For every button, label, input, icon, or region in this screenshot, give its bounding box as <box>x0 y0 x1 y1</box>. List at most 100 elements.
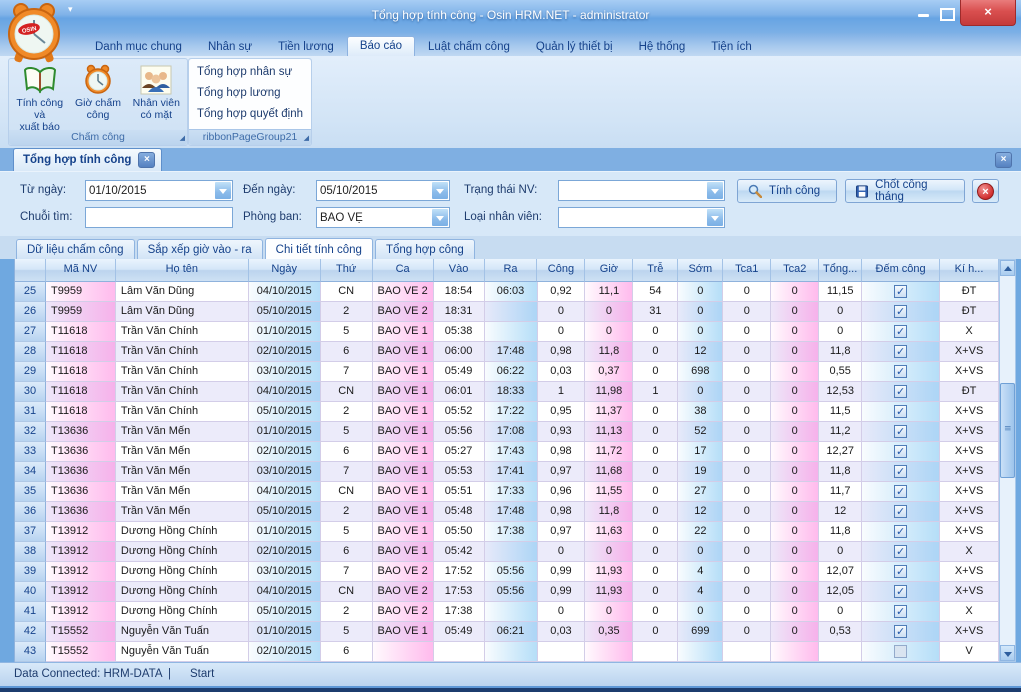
cell-dem[interactable] <box>862 642 940 662</box>
cell-ma[interactable]: T11618 <box>46 362 116 382</box>
cell-dem[interactable] <box>862 322 940 342</box>
cell-kih[interactable]: ĐT <box>940 382 999 402</box>
row-number[interactable]: 31 <box>15 402 46 422</box>
cell-gio[interactable]: 11,55 <box>585 482 633 502</box>
cell-tca2[interactable]: 0 <box>771 342 819 362</box>
cell-som[interactable]: 22 <box>678 522 723 542</box>
cell-thu[interactable]: CN <box>321 582 373 602</box>
cell-ngay[interactable]: 04/10/2015 <box>249 282 321 302</box>
chot-cong-thang-button[interactable]: Chốt công tháng <box>845 179 965 203</box>
cell-dem[interactable] <box>862 542 940 562</box>
cell-vao[interactable]: 05:49 <box>434 362 485 382</box>
cell-kih[interactable]: X <box>940 322 999 342</box>
cell-tong[interactable]: 0,55 <box>819 362 862 382</box>
cell-vao[interactable]: 05:52 <box>434 402 485 422</box>
cell-tong[interactable]: 0 <box>819 322 862 342</box>
cell-dem[interactable] <box>862 442 940 462</box>
cell-tca2[interactable] <box>771 642 819 662</box>
cell-ma[interactable]: T11618 <box>46 342 116 362</box>
table-row[interactable]: 39T13912Dương Hồng Chính03/10/20157BAO V… <box>15 562 999 582</box>
cell-tong[interactable] <box>819 642 862 662</box>
minimize-button[interactable] <box>918 14 929 17</box>
cell-ca[interactable]: BAO VE 1 <box>373 442 434 462</box>
dialog-launcher-icon[interactable]: ◢ <box>304 133 309 143</box>
cell-ngay[interactable]: 02/10/2015 <box>249 442 321 462</box>
cell-ngay[interactable]: 04/10/2015 <box>249 582 321 602</box>
cell-tca2[interactable]: 0 <box>771 562 819 582</box>
cell-dem[interactable] <box>862 482 940 502</box>
cell-ra[interactable] <box>485 602 538 622</box>
cell-kih[interactable]: X+VS <box>940 522 999 542</box>
cell-tca1[interactable] <box>723 642 771 662</box>
cell-tre[interactable]: 0 <box>633 462 678 482</box>
cell-dem[interactable] <box>862 622 940 642</box>
grid-column-header[interactable]: Tca1 <box>723 259 771 282</box>
grid-column-header[interactable]: Sớm <box>678 259 723 282</box>
cell-cong[interactable]: 1 <box>538 382 586 402</box>
cell-kih[interactable]: X+VS <box>940 502 999 522</box>
cell-tong[interactable]: 12,05 <box>819 582 862 602</box>
ribbon-tab[interactable]: Báo cáo <box>347 36 415 56</box>
cell-vao[interactable]: 06:01 <box>434 382 485 402</box>
attendance-checkbox[interactable] <box>894 645 907 658</box>
cell-ra[interactable]: 17:33 <box>485 482 538 502</box>
cell-tca1[interactable]: 0 <box>723 422 771 442</box>
attendance-checkbox[interactable] <box>894 485 907 498</box>
cell-ten[interactable]: Trần Văn Mến <box>116 502 249 522</box>
cell-ma[interactable]: T13912 <box>46 582 116 602</box>
cell-tca1[interactable]: 0 <box>723 582 771 602</box>
cell-gio[interactable]: 0,37 <box>585 362 633 382</box>
cell-tre[interactable]: 0 <box>633 522 678 542</box>
cell-ten[interactable]: Trần Văn Mến <box>116 422 249 442</box>
cell-ma[interactable]: T11618 <box>46 402 116 422</box>
cell-som[interactable]: 4 <box>678 582 723 602</box>
attendance-checkbox[interactable] <box>894 565 907 578</box>
cell-ra[interactable]: 17:41 <box>485 462 538 482</box>
cell-tong[interactable]: 12,07 <box>819 562 862 582</box>
chevron-down-icon[interactable] <box>215 182 231 199</box>
menu-item[interactable]: Tổng hợp quyết định <box>189 103 311 124</box>
cell-dem[interactable] <box>862 382 940 402</box>
cell-cong[interactable] <box>538 642 586 662</box>
subtab[interactable]: Chi tiết tính công <box>265 238 373 259</box>
chuoi-tim-input[interactable] <box>89 209 229 226</box>
cell-tong[interactable]: 11,5 <box>819 402 862 422</box>
cell-tre[interactable]: 0 <box>633 542 678 562</box>
cell-thu[interactable]: 7 <box>321 362 373 382</box>
cell-tong[interactable]: 11,8 <box>819 342 862 362</box>
cell-ten[interactable]: Dương Hồng Chính <box>116 562 249 582</box>
chevron-down-icon[interactable] <box>432 182 448 199</box>
table-row[interactable]: 25T9959Lâm Văn Dũng04/10/2015CNBAO VE 21… <box>15 282 999 302</box>
cell-dem[interactable] <box>862 582 940 602</box>
cell-dem[interactable] <box>862 402 940 422</box>
cell-som[interactable]: 17 <box>678 442 723 462</box>
cell-kih[interactable]: V <box>940 642 999 662</box>
cell-som[interactable]: 12 <box>678 342 723 362</box>
cell-cong[interactable]: 0,98 <box>538 502 586 522</box>
attendance-checkbox[interactable] <box>894 285 907 298</box>
cell-tca2[interactable]: 0 <box>771 622 819 642</box>
cell-kih[interactable]: X+VS <box>940 622 999 642</box>
subtab[interactable]: Sắp xếp giờ vào - ra <box>137 239 263 259</box>
cell-kih[interactable]: X+VS <box>940 422 999 442</box>
ribbon-tab[interactable]: Hệ thống <box>626 37 699 56</box>
cell-ra[interactable]: 06:21 <box>485 622 538 642</box>
grid-column-header[interactable]: Trễ <box>633 259 678 282</box>
cell-som[interactable]: 38 <box>678 402 723 422</box>
cell-kih[interactable]: X <box>940 542 999 562</box>
attendance-checkbox[interactable] <box>894 385 907 398</box>
cell-tca1[interactable]: 0 <box>723 562 771 582</box>
grid-column-header[interactable]: Tổng... <box>819 259 862 282</box>
dialog-launcher-icon[interactable]: ◢ <box>180 133 185 143</box>
cell-som[interactable]: 0 <box>678 602 723 622</box>
cell-ca[interactable]: BAO VE 1 <box>373 322 434 342</box>
cell-ngay[interactable]: 02/10/2015 <box>249 342 321 362</box>
cell-tca2[interactable]: 0 <box>771 482 819 502</box>
cell-tre[interactable]: 0 <box>633 502 678 522</box>
subtab[interactable]: Tổng hợp công <box>375 239 475 259</box>
cell-gio[interactable]: 11,93 <box>585 562 633 582</box>
cell-thu[interactable]: 6 <box>321 642 373 662</box>
table-row[interactable]: 34T13636Trần Văn Mến03/10/20157BAO VE 10… <box>15 462 999 482</box>
cell-thu[interactable]: 2 <box>321 602 373 622</box>
cell-vao[interactable]: 05:38 <box>434 322 485 342</box>
